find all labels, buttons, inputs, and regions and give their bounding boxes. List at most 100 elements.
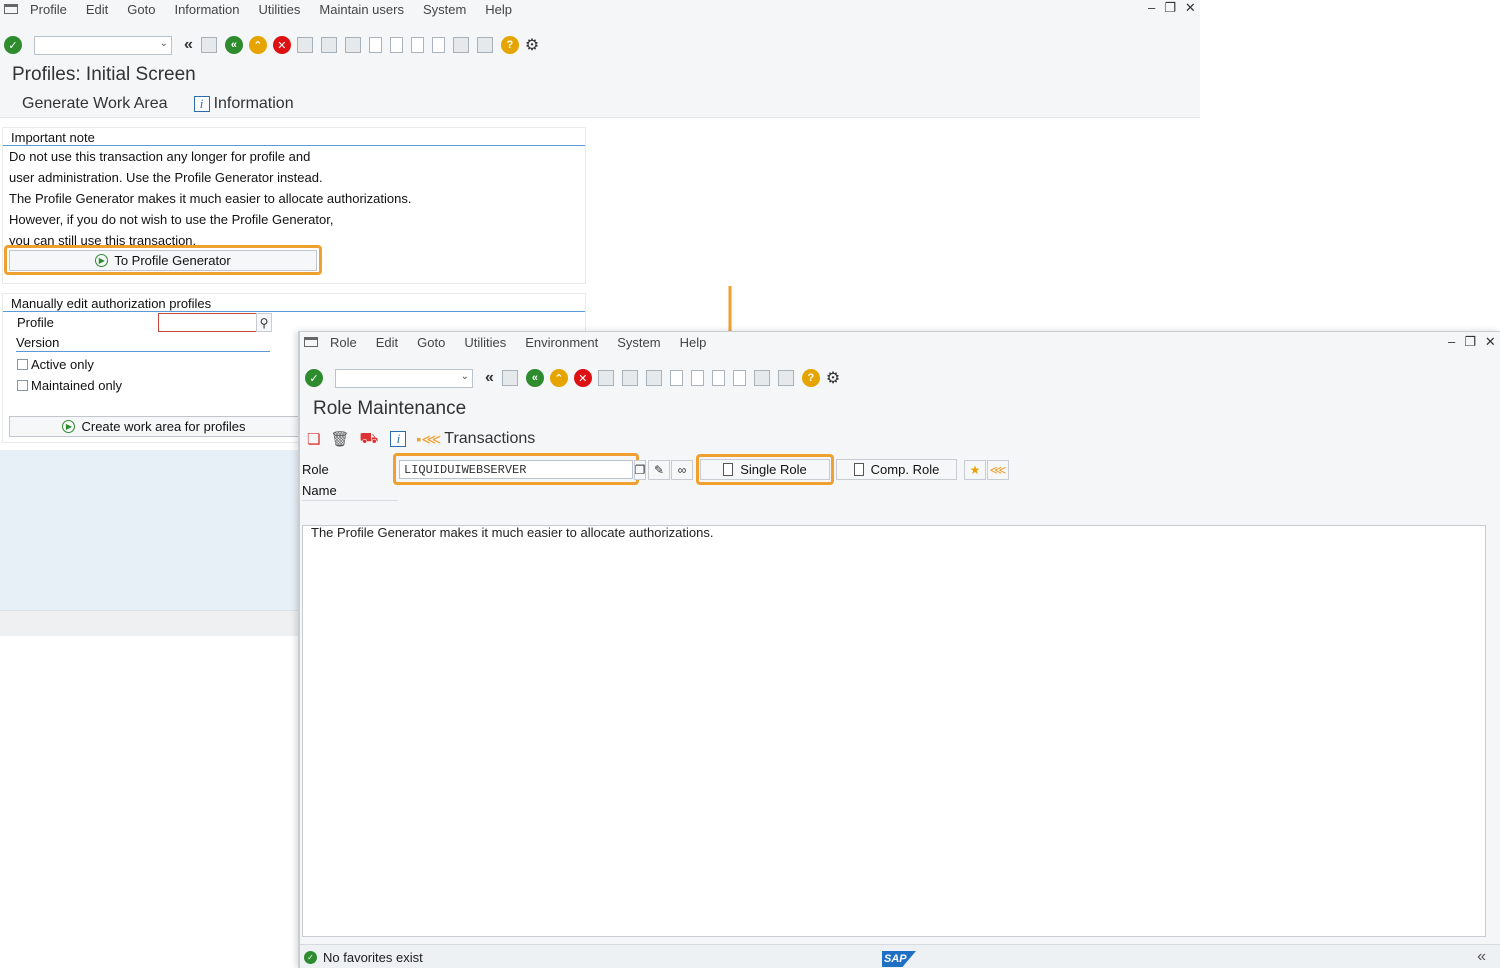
chevron-down-icon[interactable]: ⌄ bbox=[461, 371, 469, 382]
transport-icon[interactable]: ⛟ bbox=[360, 430, 379, 449]
first-page-icon[interactable] bbox=[669, 370, 683, 386]
menu-help[interactable]: Help bbox=[680, 335, 707, 350]
copy-icon[interactable]: ❐ bbox=[634, 460, 646, 480]
highlight-frame bbox=[696, 454, 834, 485]
first-page-icon[interactable] bbox=[368, 37, 382, 53]
menu-environment[interactable]: Environment bbox=[525, 335, 598, 350]
chevron-down-icon[interactable]: ⌄ bbox=[160, 38, 168, 49]
back-icon[interactable]: « bbox=[525, 369, 544, 387]
menu-help[interactable]: Help bbox=[485, 2, 512, 17]
back-icon[interactable]: « bbox=[224, 36, 243, 54]
display-glasses-icon[interactable]: ∞ bbox=[671, 460, 693, 480]
menu-bar: Profile Edit Goto Information Utilities … bbox=[4, 0, 531, 18]
last-page-icon[interactable] bbox=[732, 370, 746, 386]
edit-pencil-icon[interactable]: ✎ bbox=[648, 460, 670, 480]
menu-utilities[interactable]: Utilities bbox=[259, 2, 301, 17]
exit-icon[interactable]: ⌃ bbox=[248, 36, 267, 54]
print-icon[interactable] bbox=[597, 370, 614, 386]
checkbox-box[interactable] bbox=[17, 380, 28, 391]
menu-information[interactable]: Information bbox=[174, 2, 239, 17]
application-toolbar: Generate Work Area i Information bbox=[0, 90, 1200, 118]
shortcut-icon[interactable] bbox=[777, 370, 794, 386]
menu-icon[interactable] bbox=[4, 4, 18, 14]
active-only-checkbox[interactable]: Active only bbox=[17, 357, 94, 372]
new-session-icon[interactable] bbox=[753, 370, 770, 386]
transactions-button[interactable]: Transactions bbox=[444, 430, 535, 448]
minimize-icon[interactable]: – bbox=[1448, 334, 1455, 350]
delete-icon[interactable]: 🗑 bbox=[330, 430, 349, 448]
copy-role-icon[interactable]: ❏ bbox=[307, 430, 320, 448]
info-icon[interactable]: i bbox=[390, 431, 407, 447]
menu-edit[interactable]: Edit bbox=[376, 335, 398, 350]
role-label: Role bbox=[302, 462, 329, 477]
profile-input[interactable] bbox=[158, 313, 258, 332]
maintained-only-checkbox[interactable]: Maintained only bbox=[17, 378, 122, 393]
search-help-icon[interactable]: ⚲ bbox=[256, 313, 272, 332]
important-note-title: Important note bbox=[3, 128, 585, 146]
menu-goto[interactable]: Goto bbox=[417, 335, 445, 350]
help-icon[interactable]: ? bbox=[500, 36, 519, 54]
window-controls: – ❐ ✕ bbox=[1448, 334, 1496, 350]
menu-edit[interactable]: Edit bbox=[86, 2, 108, 17]
restore-icon[interactable]: ❐ bbox=[1464, 334, 1476, 350]
page-title: Role Maintenance bbox=[313, 398, 467, 419]
help-icon[interactable]: ? bbox=[801, 369, 820, 387]
name-label: Name bbox=[302, 483, 398, 501]
last-page-icon[interactable] bbox=[431, 37, 445, 53]
find-icon[interactable] bbox=[621, 370, 638, 386]
save-icon[interactable] bbox=[200, 37, 217, 53]
create-work-area-label: Create work area for profiles bbox=[81, 419, 246, 434]
next-page-icon[interactable] bbox=[410, 37, 424, 53]
next-page-icon[interactable] bbox=[711, 370, 725, 386]
collapse-status-icon[interactable]: « bbox=[1477, 948, 1486, 966]
information-label: Information bbox=[213, 94, 294, 112]
comp-role-button[interactable]: Comp. Role bbox=[836, 459, 957, 480]
menu-role[interactable]: Role bbox=[330, 335, 357, 350]
previous-page-icon[interactable] bbox=[690, 370, 704, 386]
close-icon[interactable]: ✕ bbox=[1485, 334, 1496, 350]
shortcut-icon[interactable] bbox=[476, 37, 493, 53]
menu-maintain-users[interactable]: Maintain users bbox=[319, 2, 404, 17]
page-title: Profiles: Initial Screen bbox=[12, 64, 196, 85]
sap-logo: SAP bbox=[882, 951, 916, 967]
command-field[interactable]: ⌄ bbox=[34, 35, 172, 55]
find-icon[interactable] bbox=[320, 37, 337, 53]
transactions-icon[interactable]: ▪⋘ bbox=[416, 431, 441, 448]
add-favorite-icon[interactable]: ★ bbox=[964, 460, 986, 480]
restore-icon[interactable]: ❐ bbox=[1164, 0, 1176, 16]
menu-system[interactable]: System bbox=[423, 2, 466, 17]
generate-work-area-button[interactable]: Generate Work Area bbox=[22, 95, 168, 113]
previous-page-icon[interactable] bbox=[389, 37, 403, 53]
menu-system[interactable]: System bbox=[617, 335, 660, 350]
menu-goto[interactable]: Goto bbox=[127, 2, 155, 17]
minimize-icon[interactable]: – bbox=[1148, 0, 1155, 16]
new-session-icon[interactable] bbox=[452, 37, 469, 53]
create-work-area-button[interactable]: ▶ Create work area for profiles bbox=[9, 416, 299, 437]
find-next-icon[interactable] bbox=[344, 37, 361, 53]
favorites-transactions-icon[interactable]: ⋘ bbox=[987, 460, 1009, 480]
execute-icon: ▶ bbox=[62, 420, 76, 433]
maintained-only-label: Maintained only bbox=[31, 378, 123, 393]
menu-utilities[interactable]: Utilities bbox=[464, 335, 506, 350]
description-text-area[interactable]: The Profile Generator makes it much easi… bbox=[302, 525, 1486, 937]
double-left-icon[interactable]: « bbox=[485, 369, 494, 387]
checkbox-box[interactable] bbox=[17, 359, 28, 370]
note-line: Do not use this transaction any longer f… bbox=[9, 149, 311, 164]
cancel-icon[interactable]: ✕ bbox=[573, 369, 592, 387]
double-left-icon[interactable]: « bbox=[184, 36, 193, 54]
enter-icon[interactable]: ✓ bbox=[305, 369, 323, 387]
print-icon[interactable] bbox=[296, 37, 313, 53]
cancel-icon[interactable]: ✕ bbox=[272, 36, 291, 54]
command-field[interactable]: ⌄ bbox=[335, 368, 473, 388]
close-icon[interactable]: ✕ bbox=[1185, 0, 1196, 16]
information-button[interactable]: i Information bbox=[193, 94, 294, 113]
enter-icon[interactable]: ✓ bbox=[4, 36, 22, 54]
find-next-icon[interactable] bbox=[645, 370, 662, 386]
menu-icon[interactable] bbox=[304, 337, 318, 347]
save-icon[interactable] bbox=[501, 370, 518, 386]
exit-icon[interactable]: ⌃ bbox=[549, 369, 568, 387]
menu-profile[interactable]: Profile bbox=[30, 2, 67, 17]
settings-gear-icon[interactable]: ⚙ bbox=[826, 368, 840, 388]
settings-gear-icon[interactable]: ⚙ bbox=[525, 35, 539, 55]
system-toolbar: ✓ ⌄ « « ⌃ ✕ ? ⚙ bbox=[305, 365, 848, 391]
